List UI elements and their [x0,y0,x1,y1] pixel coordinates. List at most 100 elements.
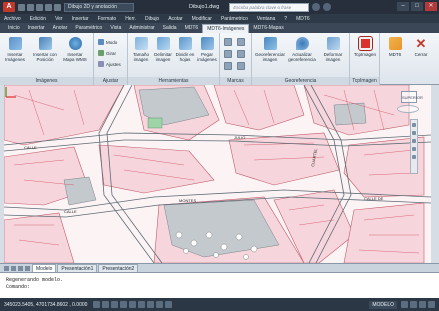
menu-parametrico[interactable]: Parámetrico [221,16,248,22]
close-button[interactable]: ✕ [425,2,437,11]
ortho-icon[interactable] [111,301,119,308]
help-icon[interactable] [323,3,332,11]
steering-wheel-icon[interactable] [412,123,416,127]
mark-tool-icon[interactable] [224,38,232,46]
status-bar: 345023.5405, 4701734.8602 , 0.0000 MODEL… [0,298,439,311]
layout-tab-bar: Modelo Presentación1 Presentación2 [0,263,439,272]
street-label: JULIO [234,135,245,140]
tab-vista[interactable]: Vista [106,24,125,33]
maximize-button[interactable]: □ [411,2,423,11]
workspace-switch-icon[interactable] [410,301,417,308]
compass-ring[interactable] [397,105,419,113]
showmotion-icon[interactable] [412,155,416,159]
modo-button[interactable]: Modo [98,39,117,45]
polar-icon[interactable] [120,301,128,308]
command-prompt[interactable]: Comando: [6,284,433,291]
annotation-scale-icon[interactable] [401,301,408,308]
mark-tool-icon[interactable] [237,38,245,46]
clean-screen-icon[interactable] [428,301,435,308]
tab-mdt6-mapas[interactable]: MDT6-Mapas [249,24,287,33]
tab-insertar[interactable]: Insertar [24,24,49,33]
save-icon[interactable] [36,3,43,11]
menu-herramientas[interactable]: Herr. [125,16,136,22]
ducs-icon[interactable] [147,301,155,308]
cerrar-button[interactable]: ✕ Cerrar [408,37,434,57]
menu-formato[interactable]: Formato [98,16,117,22]
group-ajustar: Modo Girar Ajustes Ajustar [94,33,128,85]
paste-images-icon [200,37,214,50]
last-tab-arrow-icon[interactable] [25,265,30,271]
tab-administrar[interactable]: Administrar [125,24,158,33]
ucs-icon [5,87,16,98]
actualizar-georeferencia-button[interactable]: Actualizar georeferencia [286,37,318,62]
tcpimagen-button[interactable]: TcpImagen [352,36,378,57]
search-icon[interactable] [312,3,321,11]
drawing-canvas[interactable]: CALLE JULIO CALLE MONTES CALLE DE CUARTE… [0,85,439,263]
ajustes-button[interactable]: Ajustes [98,61,121,67]
ribbon-tab-bar: Inicio Insertar Anotar Paramétrico Vista… [0,23,439,33]
dyn-icon[interactable] [156,301,164,308]
menu-ver[interactable]: Ver [55,16,63,22]
otrack-icon[interactable] [138,301,146,308]
osnap-icon[interactable] [129,301,137,308]
deformar-imagen-button[interactable]: Deformar imagen [318,37,348,62]
insertar-posicion-button[interactable]: Insertar con Posición [32,37,58,62]
park-area [147,117,163,129]
prev-tab-arrow-icon[interactable] [11,265,16,271]
girar-button[interactable]: Girar [98,50,116,56]
menu-modificar[interactable]: Modificar [192,16,212,22]
close-x-icon: ✕ [415,36,427,51]
snap-icon[interactable] [93,301,101,308]
new-icon[interactable] [18,3,25,11]
undo-icon[interactable] [45,3,52,11]
street-label: CALLE [24,145,37,150]
tab-presentacion1[interactable]: Presentación1 [57,264,98,272]
group-tcpimagen: TcpImagen TcpImagen [350,33,380,85]
menu-mdt6[interactable]: MDT6 [296,16,310,22]
mdt6-button[interactable]: MDT6 [382,37,408,57]
pegar-imagenes-button[interactable]: Pegar imágenes [194,37,220,62]
georeferenciar-imagen-button[interactable]: Georeferenciar imagen [254,37,286,62]
orbit-icon[interactable] [412,147,416,151]
viewcube[interactable]: SUPERIOR [401,91,423,103]
mark-tool-icon[interactable] [237,50,245,58]
application-menu-button[interactable]: A [3,2,15,12]
menu-acotar[interactable]: Acotar [168,16,182,22]
mark-tool-icon[interactable] [224,62,232,70]
pan-icon[interactable] [412,131,416,135]
menu-edicion[interactable]: Edición [30,16,46,22]
minimize-button[interactable]: – [397,2,409,11]
group-label-ajustar: Ajustar [94,77,127,85]
command-line[interactable]: Regenerando modelo. Comando: [0,272,439,298]
tab-modelo[interactable]: Modelo [32,264,57,272]
tab-anotar[interactable]: Anotar [49,24,72,33]
next-tab-arrow-icon[interactable] [18,265,23,271]
search-input[interactable]: Escriba palabra clave o frase [229,2,310,12]
menu-ventana[interactable]: Ventana [257,16,275,22]
menu-ayuda[interactable]: ? [284,16,287,22]
lock-icon[interactable] [419,301,426,308]
tab-mdt6[interactable]: MDT6 [181,24,203,33]
tab-salida[interactable]: Salida [159,24,181,33]
grid-icon[interactable] [102,301,110,308]
open-icon[interactable] [27,3,34,11]
model-space-toggle[interactable]: MODELO [369,300,397,309]
menu-dibujo[interactable]: Dibujo [145,16,159,22]
redo-icon[interactable] [54,3,61,11]
tab-parametrico[interactable]: Paramétrico [71,24,106,33]
insert-position-icon [38,37,52,50]
status-right-tools [401,301,435,308]
mark-tool-icon[interactable] [237,62,245,70]
tab-mdt6-imagenes[interactable]: MDT6-Imágenes [202,24,250,33]
menu-insertar[interactable]: Insertar [72,16,89,22]
tab-inicio[interactable]: Inicio [4,24,24,33]
insertar-imagenes-button[interactable]: Insertar Imágenes [2,37,28,62]
insertar-wms-button[interactable]: Insertar Mapa WMS [62,37,88,62]
mark-tool-icon[interactable] [224,50,232,58]
first-tab-arrow-icon[interactable] [4,265,9,271]
menu-archivo[interactable]: Archivo [4,16,21,22]
zoom-icon[interactable] [412,139,416,143]
workspace-dropdown[interactable]: Dibujo 2D y anotación [64,2,134,12]
tab-presentacion2[interactable]: Presentación2 [98,264,139,272]
lineweight-icon[interactable] [165,301,173,308]
